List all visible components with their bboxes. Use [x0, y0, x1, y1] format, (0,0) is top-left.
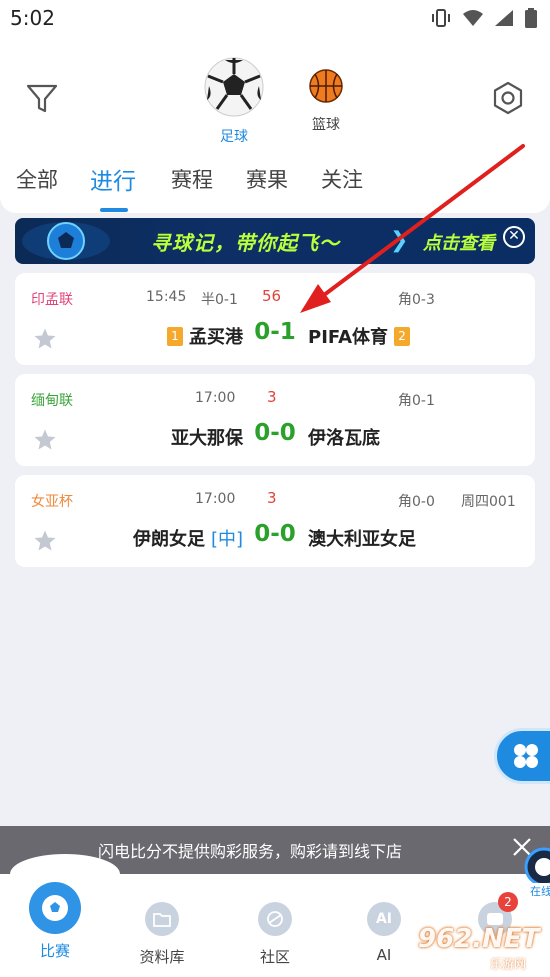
sport-label-basketball: 篮球 — [312, 117, 340, 133]
away-rank-badge: 2 — [394, 326, 411, 346]
league-name: 缅甸联 — [31, 393, 73, 409]
home-team: 伊朗女足 [中] — [133, 525, 243, 551]
corner-count: 角0-0 — [398, 494, 435, 510]
banner-ball-icon — [22, 222, 110, 260]
clover-icon — [514, 744, 538, 768]
away-team: 澳大利亚女足 — [308, 525, 416, 551]
away-team-name: 伊洛瓦底 — [308, 428, 380, 449]
watermark-brand: 962.NET — [418, 924, 540, 954]
live-score: 0-0 — [254, 420, 296, 446]
tab-all[interactable]: 全部 — [16, 164, 58, 194]
customer-service-button[interactable]: 在线 — [520, 845, 550, 905]
away-team-name: PIFA体育 — [308, 327, 389, 348]
top-header: 5:02 足球 篮球 全部 进行 赛程 赛果 关注 — [0, 0, 550, 213]
status-bar: 5:02 — [0, 0, 550, 40]
match-card[interactable]: 女亚杯 17:00 3 角0-0 周四001 伊朗女足 [中] 0-0 澳大利亚女… — [15, 475, 535, 567]
league-name: 女亚杯 — [31, 494, 73, 510]
soccer-ball-icon — [204, 57, 264, 117]
favorite-star-icon[interactable] — [33, 327, 57, 351]
banner-headline: 寻球记，带你起飞～ — [151, 231, 340, 255]
match-minute: 56 — [262, 287, 282, 305]
match-card[interactable]: 印孟联 15:45 半0-1 56 角0-3 1 孟买港 0-1 PIFA体育 … — [15, 273, 535, 365]
notice-text: 闪电比分不提供购彩服务，购彩请到线下店 — [98, 842, 403, 861]
sport-tab-basketball[interactable]: 篮球 — [300, 68, 352, 134]
customer-service-label: 在线 — [528, 883, 550, 899]
corner-count: 角0-1 — [398, 393, 435, 409]
favorite-star-icon[interactable] — [33, 428, 57, 452]
status-icons — [430, 8, 538, 28]
banner-cta[interactable]: 点击查看 — [423, 229, 495, 255]
tab-schedule[interactable]: 赛程 — [171, 164, 213, 194]
lottery-match-number: 周四001 — [461, 494, 516, 510]
away-team: PIFA体育 2 — [308, 323, 411, 349]
kickoff-time: 17:00 — [195, 491, 236, 507]
status-tabs: 全部 进行 赛程 赛果 关注 — [0, 160, 550, 212]
live-score: 0-1 — [254, 319, 296, 345]
home-team-name: 亚大那保 — [171, 428, 243, 449]
nav-label-ai: AI — [376, 946, 392, 964]
soccer-ball-nav-icon — [29, 882, 81, 934]
nav-label-matches: 比赛 — [39, 942, 70, 960]
kickoff-time: 17:00 — [195, 390, 236, 406]
wifi-icon — [463, 10, 483, 26]
nav-item-database[interactable]: 资料库 — [122, 902, 202, 967]
planet-icon — [258, 902, 292, 936]
ai-icon: AI — [367, 902, 401, 936]
floating-menu-button[interactable] — [494, 728, 550, 784]
signal-icon — [495, 10, 513, 26]
home-team-name: 孟买港 — [189, 327, 243, 348]
filter-icon[interactable] — [24, 80, 60, 116]
live-score: 0-0 — [254, 521, 296, 547]
watermark-sub: 乐游网 — [490, 957, 527, 971]
promo-banner[interactable]: 寻球记，带你起飞～ ❯ 点击查看 ✕ — [15, 218, 535, 264]
status-time: 5:02 — [10, 6, 55, 30]
folder-icon — [145, 902, 179, 936]
nav-item-matches[interactable]: 比赛 — [15, 874, 95, 961]
match-minute: 3 — [267, 388, 277, 406]
neutral-venue-tag: [中] — [210, 529, 243, 550]
nav-label-community: 社区 — [259, 948, 290, 966]
away-team-name: 澳大利亚女足 — [308, 529, 416, 550]
banner-close-icon[interactable]: ✕ — [503, 226, 525, 248]
active-tab-indicator — [100, 208, 128, 212]
match-card[interactable]: 缅甸联 17:00 3 角0-1 亚大那保 0-0 伊洛瓦底 — [15, 374, 535, 466]
kickoff-time: 15:45 — [146, 289, 187, 305]
home-team: 亚大那保 — [171, 424, 243, 450]
battery-icon — [525, 8, 537, 28]
nav-label-database: 资料库 — [139, 948, 185, 966]
favorite-star-icon[interactable] — [33, 529, 57, 553]
home-team-name: 伊朗女足 — [132, 529, 205, 550]
banner-arrows-icon: ❯ — [390, 228, 409, 253]
tab-results[interactable]: 赛果 — [246, 164, 288, 194]
away-team: 伊洛瓦底 — [308, 424, 380, 450]
match-minute: 3 — [267, 489, 277, 507]
halftime-score: 半0-1 — [201, 292, 238, 308]
basketball-icon — [309, 69, 343, 103]
corner-count: 角0-3 — [398, 292, 435, 308]
settings-gear-icon[interactable] — [490, 80, 526, 116]
notification-badge: 2 — [498, 892, 518, 912]
sport-tab-football[interactable]: 足球 — [201, 56, 267, 146]
nav-item-community[interactable]: 社区 — [235, 902, 315, 967]
sport-label-football: 足球 — [220, 129, 248, 145]
home-team: 1 孟买港 — [167, 323, 243, 349]
tab-following[interactable]: 关注 — [321, 164, 363, 194]
home-rank-badge: 1 — [167, 326, 183, 346]
league-name: 印孟联 — [31, 292, 73, 308]
nav-item-ai[interactable]: AI AI — [344, 902, 424, 964]
vibrate-icon — [432, 9, 450, 27]
tab-live[interactable]: 进行 — [90, 162, 136, 196]
